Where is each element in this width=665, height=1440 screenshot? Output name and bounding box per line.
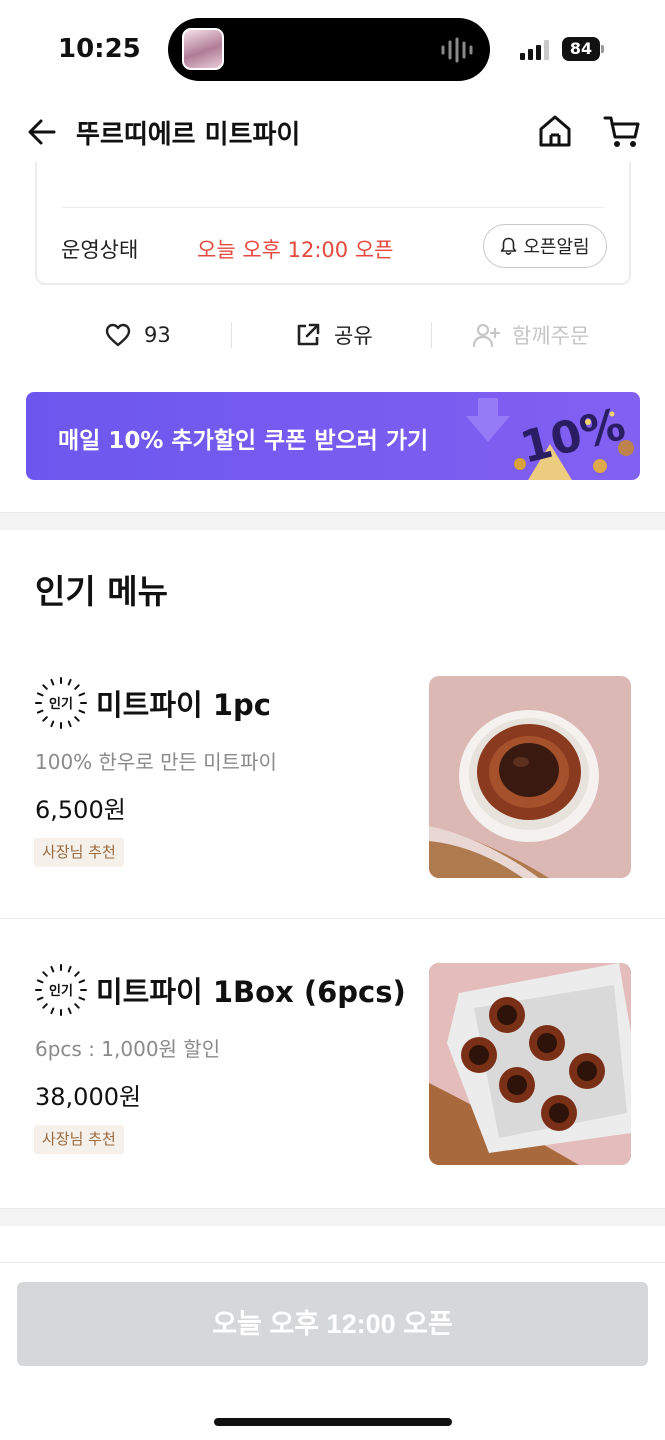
now-playing-thumbnail [182, 28, 224, 70]
operation-status-label: 운영상태 [61, 238, 139, 262]
popular-menu-title: 인기 메뉴 [35, 572, 168, 611]
store-actions-row: 93 공유 함께주문 [0, 310, 665, 360]
open-time-button[interactable]: 오늘 오후 12:00 오픈 [17, 1282, 648, 1366]
popular-badge-icon: 인기 [35, 677, 87, 729]
menu-item-price: 6,500원 [35, 796, 126, 824]
owner-recommend-tag: 사장님 추천 [34, 1125, 124, 1154]
heart-icon [105, 323, 131, 347]
like-button[interactable]: 93 [104, 310, 171, 360]
menu-item-name: 미트파이 1pc [96, 688, 271, 722]
action-divider [231, 322, 232, 348]
cellular-signal-icon [520, 40, 549, 60]
section-separator [0, 1208, 665, 1226]
add-person-icon [472, 323, 500, 348]
share-button[interactable]: 공유 [294, 310, 373, 360]
menu-item-description: 100% 한우로 만든 미트파이 [35, 750, 277, 774]
meat-pie-photo [429, 676, 631, 878]
battery-tip [601, 45, 604, 53]
status-time: 10:25 [58, 34, 141, 64]
coupon-banner[interactable]: 매일 10% 추가할인 쿠폰 받으러 가기 10% [26, 392, 640, 480]
status-bar: 10:25 84 [0, 0, 665, 100]
cart-icon[interactable] [602, 112, 642, 150]
audio-wave-icon [441, 37, 473, 63]
bottom-action-bar: 오늘 오후 12:00 오픈 [0, 1262, 665, 1440]
coupon-banner-text: 매일 10% 추가할인 쿠폰 받으러 가기 [58, 428, 429, 454]
discount-badge-text: 10% [516, 399, 631, 474]
menu-item-price: 38,000원 [35, 1083, 142, 1111]
dynamic-island [168, 18, 490, 81]
battery-indicator: 84 [562, 37, 600, 61]
open-alarm-label: 오픈알림 [523, 237, 590, 258]
meat-pie-box-photo [429, 963, 631, 1165]
group-order-label: 함께주문 [512, 324, 590, 348]
action-divider [431, 322, 432, 348]
share-icon [297, 323, 320, 346]
home-icon[interactable] [536, 112, 574, 150]
operation-status-value: 오늘 오후 12:00 오픈 [197, 238, 394, 262]
menu-item-description: 6pcs : 1,000원 할인 [35, 1037, 221, 1061]
section-separator [0, 512, 665, 530]
menu-item-name: 미트파이 1Box (6pcs) [96, 975, 406, 1009]
back-arrow-icon[interactable] [24, 114, 60, 150]
popular-badge-label: 인기 [49, 696, 73, 712]
like-count: 93 [144, 323, 171, 347]
open-alarm-button[interactable]: 오픈알림 [483, 224, 607, 268]
owner-recommend-tag: 사장님 추천 [34, 838, 124, 867]
popular-badge-label: 인기 [49, 983, 73, 999]
discount-badge-illustration: 10% [466, 398, 634, 480]
card-divider [62, 207, 604, 208]
home-indicator [214, 1418, 452, 1426]
bell-icon [501, 237, 517, 255]
group-order-button[interactable]: 함께주문 [472, 310, 589, 360]
share-label: 공유 [334, 324, 373, 348]
page-title: 뚜르띠에르 미트파이 [76, 120, 301, 150]
app-header: 뚜르띠에르 미트파이 [0, 100, 665, 162]
popular-badge-icon: 인기 [35, 964, 87, 1016]
item-divider [0, 918, 665, 919]
menu-item[interactable]: 인기 미트파이 1pc 100% 한우로 만든 미트파이 6,500원 사장님 … [0, 676, 665, 964]
